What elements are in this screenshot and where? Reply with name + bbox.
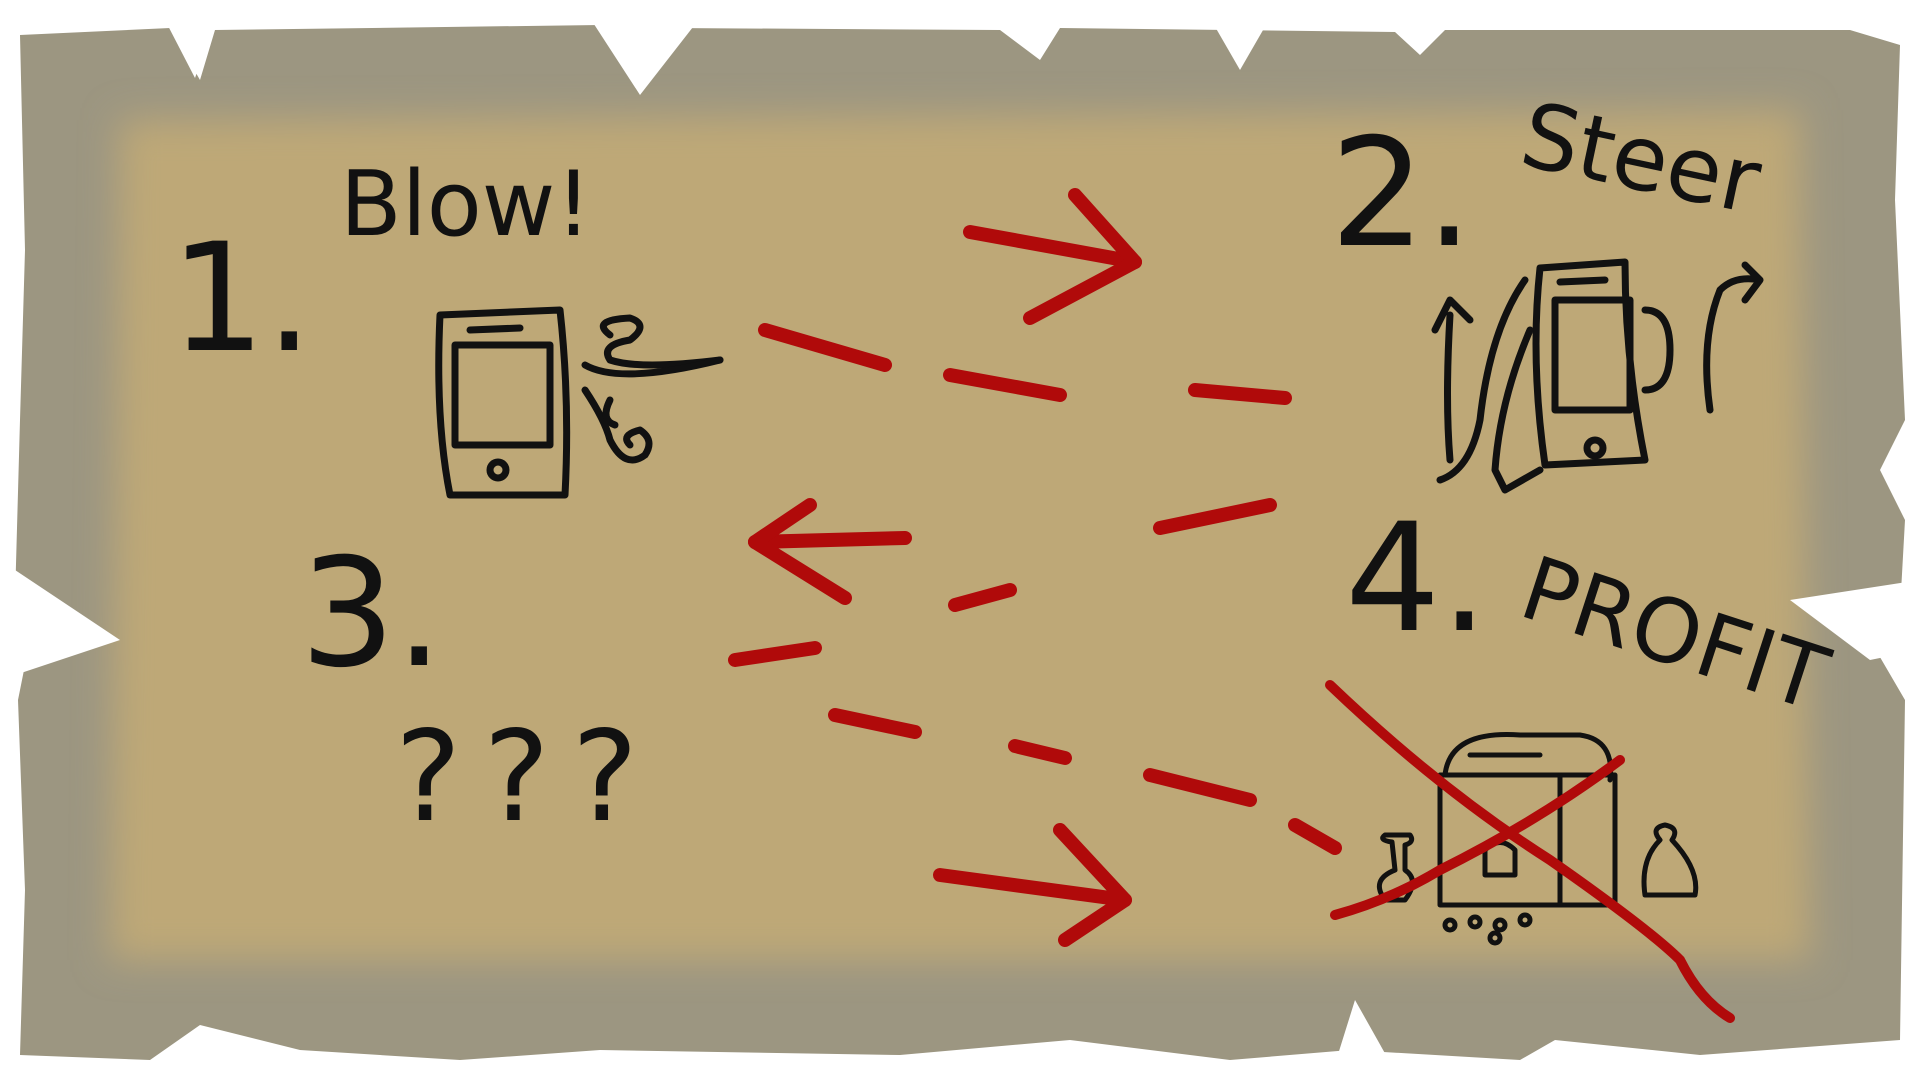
step-1-number: 1.: [170, 212, 313, 386]
step-1-label: Blow!: [340, 152, 592, 257]
step-3-number: 3.: [300, 527, 443, 701]
step-2-number: 2.: [1330, 107, 1473, 281]
treasure-map-illustration: 1. Blow! 2. Steer 3. ??? 4. PROFIT: [0, 18, 1920, 1080]
step-3-label: ???: [395, 705, 660, 850]
step-4-number: 4.: [1345, 492, 1488, 666]
